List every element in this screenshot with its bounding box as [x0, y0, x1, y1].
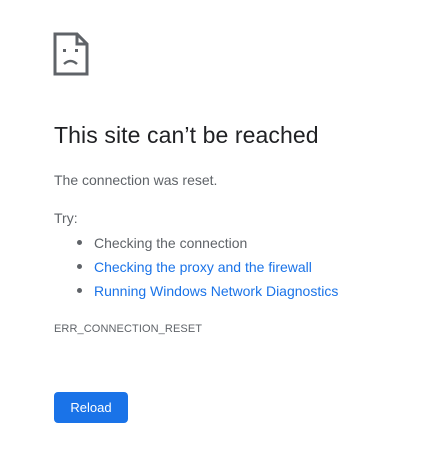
check-proxy-firewall-link[interactable]: Checking the proxy and the firewall — [94, 259, 312, 275]
bullet-icon — [77, 288, 82, 293]
error-page: This site can’t be reached The connectio… — [0, 0, 441, 456]
reload-button[interactable]: Reload — [54, 392, 128, 423]
try-label: Try: — [54, 210, 78, 226]
bullet-icon — [77, 240, 82, 245]
page-title: This site can’t be reached — [54, 122, 319, 148]
suggestion-label: Checking the connection — [94, 235, 248, 251]
suggestion-network-diagnostics: Running Windows Network Diagnostics — [54, 282, 338, 306]
bullet-icon — [77, 264, 82, 269]
suggestions-list: Checking the connection Checking the pro… — [54, 234, 338, 306]
network-diagnostics-link[interactable]: Running Windows Network Diagnostics — [94, 283, 338, 299]
suggestion-check-proxy: Checking the proxy and the firewall — [54, 258, 338, 282]
error-description: The connection was reset. — [54, 172, 218, 188]
suggestion-check-connection: Checking the connection — [54, 234, 338, 258]
error-code: ERR_CONNECTION_RESET — [54, 323, 203, 335]
sad-page-icon — [53, 32, 89, 76]
